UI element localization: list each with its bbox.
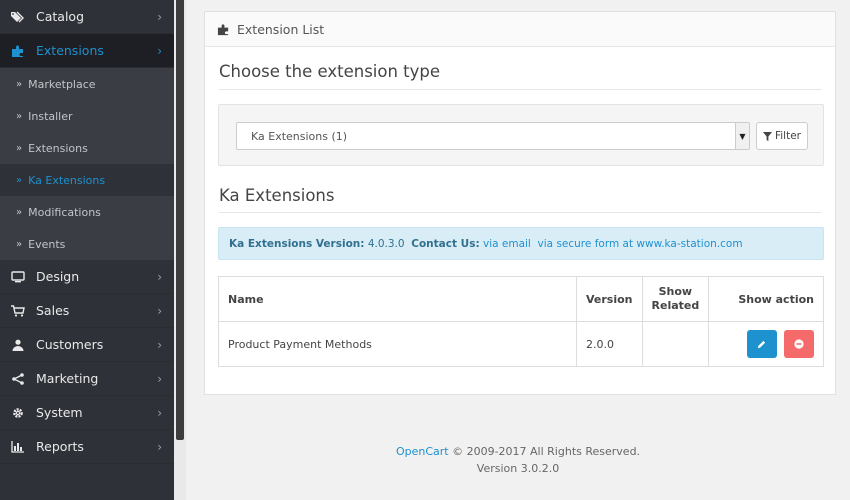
subnav-modifications[interactable]: » Modifications	[0, 196, 174, 228]
nav-extensions[interactable]: Extensions ›	[0, 34, 174, 68]
extensions-table: Name Version Show Related Show action Pr…	[218, 276, 824, 367]
filter-icon	[762, 131, 772, 141]
delete-button[interactable]	[784, 330, 814, 358]
divider	[219, 212, 822, 213]
subnav-label: Ka Extensions	[28, 173, 106, 187]
extension-list-panel: Extension List Choose the extension type…	[204, 11, 836, 395]
chevron-right-icon: ›	[157, 303, 162, 318]
info-alert: Ka Extensions Version: 4.0.3.0 Contact U…	[218, 227, 824, 260]
row-name: Product Payment Methods	[218, 321, 577, 367]
nav-marketing[interactable]: Marketing ›	[0, 362, 174, 396]
gear-icon	[10, 407, 26, 419]
nav-catalog[interactable]: Catalog ›	[0, 0, 174, 34]
double-chevron-icon: »	[16, 110, 23, 122]
minus-circle-icon	[794, 339, 804, 349]
double-chevron-icon: »	[16, 78, 23, 90]
contact-form-link[interactable]: via secure form at www.ka-station.com	[538, 238, 743, 250]
subnav-label: Extensions	[28, 141, 88, 155]
double-chevron-icon: »	[16, 142, 23, 154]
nav-sales-label: Sales	[36, 303, 70, 318]
filter-button[interactable]: Filter	[756, 122, 808, 150]
contact-email-link[interactable]: via email	[483, 238, 531, 250]
caret-down-icon[interactable]: ▼	[735, 123, 749, 149]
subnav-installer[interactable]: » Installer	[0, 100, 174, 132]
pencil-icon	[757, 340, 766, 348]
subnav-events[interactable]: » Events	[0, 228, 174, 260]
col-show-related-line2: Related	[651, 299, 700, 312]
footer-version: Version 3.0.2.0	[476, 462, 560, 475]
section-title: Ka Extensions	[219, 186, 335, 205]
puzzle-icon	[10, 44, 26, 58]
puzzle-icon	[217, 23, 230, 36]
nav-catalog-label: Catalog	[36, 9, 85, 24]
nav-reports-label: Reports	[36, 439, 84, 454]
nav-system-label: System	[36, 405, 83, 420]
chevron-right-icon: ›	[157, 371, 162, 386]
chevron-right-icon: ›	[157, 439, 162, 454]
select-value: Ka Extensions (1)	[251, 129, 348, 143]
sidebar: Catalog › Extensions › » Marketplace » Ins…	[0, 0, 174, 500]
chevron-right-icon: ›	[157, 9, 162, 24]
scrollbar-thumb[interactable]	[176, 0, 184, 440]
col-name: Name	[218, 276, 577, 322]
edit-button[interactable]	[746, 330, 777, 358]
version-label: Ka Extensions Version:	[229, 237, 365, 250]
choose-type-title: Choose the extension type	[219, 62, 441, 81]
extensions-submenu: » Marketplace » Installer » Extensions » Ka …	[0, 68, 174, 260]
col-version: Version	[576, 276, 643, 322]
row-actions	[708, 321, 824, 367]
chevron-right-icon: ›	[157, 405, 162, 420]
subnav-ka-extensions[interactable]: » Ka Extensions	[0, 164, 174, 196]
double-chevron-icon: »	[16, 238, 23, 250]
footer-line1: OpenCart © 2009-2017 All Rights Reserved…	[186, 443, 850, 460]
nav-system[interactable]: System ›	[0, 396, 174, 430]
panel-heading-title: Extension List	[237, 21, 325, 37]
nav-design-label: Design	[36, 269, 80, 284]
panel-heading: Extension List	[205, 12, 835, 47]
chevron-right-icon: ›	[157, 337, 162, 352]
divider	[219, 89, 822, 90]
share-icon	[10, 372, 26, 385]
nav-customers[interactable]: Customers ›	[0, 328, 174, 362]
extension-type-select[interactable]: Ka Extensions (1) ▼	[236, 122, 750, 150]
subnav-label: Events	[28, 237, 66, 251]
col-show-action: Show action	[708, 276, 824, 322]
cart-icon	[10, 304, 26, 317]
monitor-icon	[10, 270, 26, 283]
opencart-link[interactable]: OpenCart	[396, 445, 449, 458]
user-icon	[10, 339, 26, 351]
subnav-marketplace[interactable]: » Marketplace	[0, 68, 174, 100]
col-show-related-line1: Show	[658, 285, 693, 298]
chevron-right-icon: ›	[157, 43, 162, 58]
row-related	[641, 321, 710, 367]
nav-customers-label: Customers	[36, 337, 104, 352]
version-value: 4.0.3.0	[367, 237, 405, 250]
subnav-extensions[interactable]: » Extensions	[0, 132, 174, 164]
bar-chart-icon	[10, 440, 26, 453]
nav-marketing-label: Marketing	[36, 371, 99, 386]
footer: OpenCart © 2009-2017 All Rights Reserved…	[186, 443, 850, 477]
double-chevron-icon: »	[16, 206, 23, 218]
nav-design[interactable]: Design ›	[0, 260, 174, 294]
nav-reports[interactable]: Reports ›	[0, 430, 174, 464]
nav-extensions-label: Extensions	[36, 43, 104, 58]
chevron-right-icon: ›	[157, 269, 162, 284]
table-header-row: Name Version Show Related Show action	[218, 276, 824, 322]
double-chevron-icon: »	[16, 174, 23, 186]
contact-label: Contact Us:	[411, 237, 480, 250]
row-version: 2.0.0	[576, 321, 643, 367]
filter-well: Ka Extensions (1) ▼ Filter	[218, 104, 824, 166]
subnav-label: Installer	[28, 109, 73, 123]
col-show-related: Show Related	[641, 276, 710, 322]
table-row: Product Payment Methods 2.0.0	[218, 321, 824, 367]
subnav-label: Marketplace	[28, 77, 96, 91]
nav-sales[interactable]: Sales ›	[0, 294, 174, 328]
sidebar-scrollbar[interactable]	[174, 0, 186, 500]
filter-label: Filter	[774, 130, 801, 142]
subnav-label: Modifications	[28, 205, 101, 219]
tags-icon	[10, 11, 26, 23]
copyright-text: © 2009-2017 All Rights Reserved.	[452, 445, 641, 458]
